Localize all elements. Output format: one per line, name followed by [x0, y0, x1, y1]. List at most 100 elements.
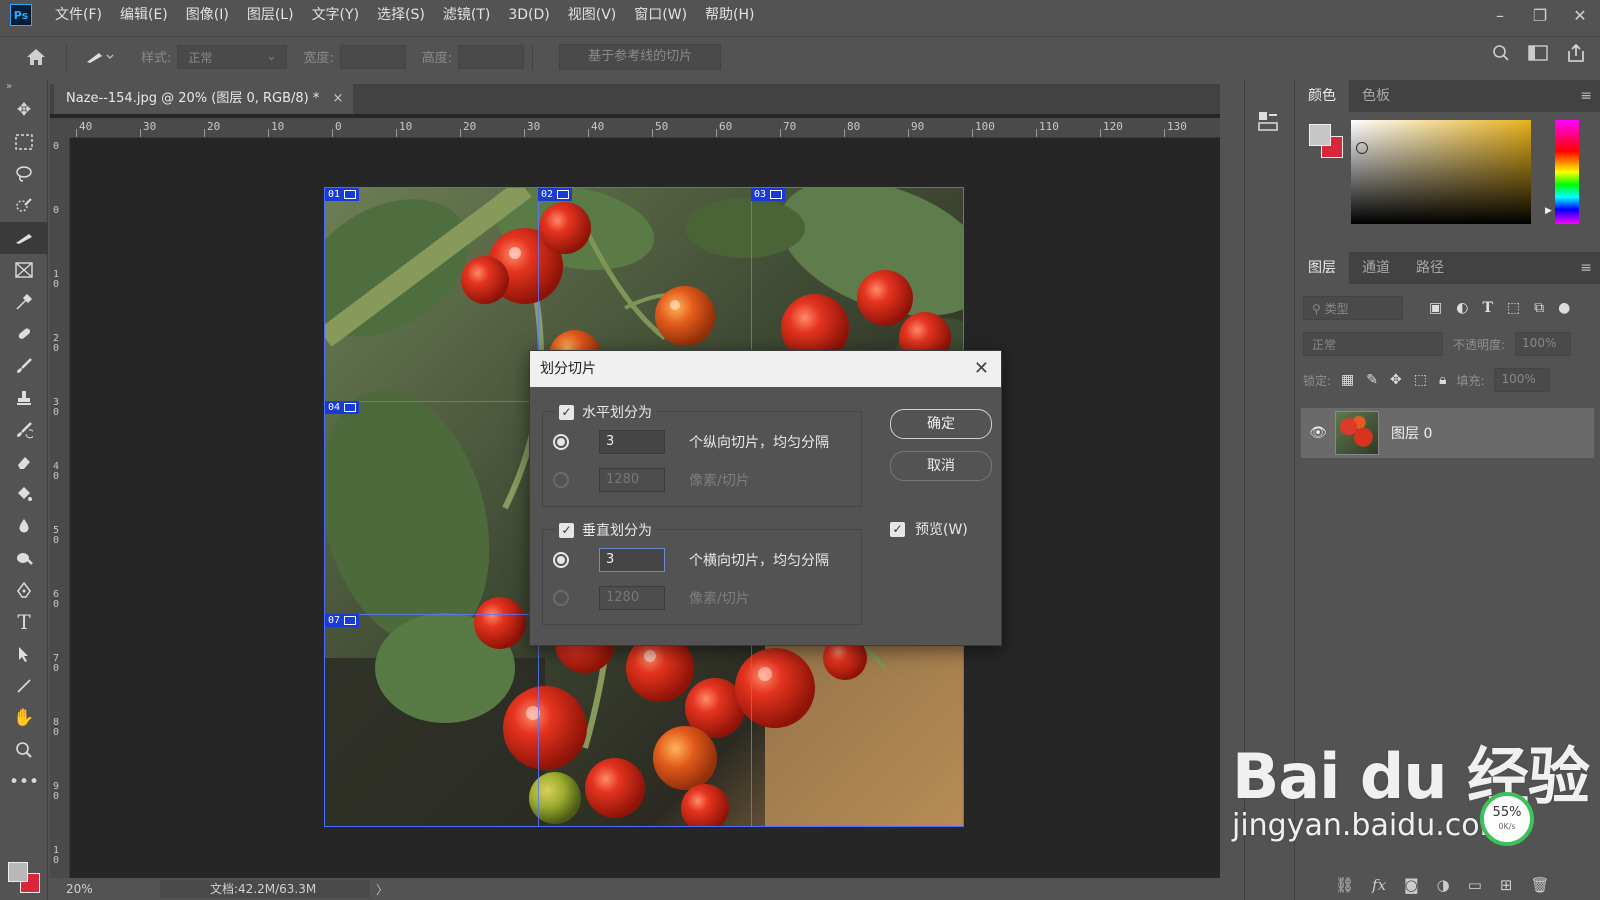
eyedropper-tool-icon[interactable] — [0, 286, 48, 318]
workspace-icon[interactable] — [1528, 45, 1548, 65]
document-tab[interactable]: Naze--154.jpg @ 20% (图层 0, RGB/8) * × — [54, 84, 354, 114]
menu-3d[interactable]: 3D(D) — [499, 0, 558, 30]
menu-file[interactable]: 文件(F) — [46, 0, 111, 30]
menu-view[interactable]: 视图(V) — [559, 0, 626, 30]
brush-tool-icon[interactable] — [0, 350, 48, 382]
home-icon[interactable] — [14, 39, 58, 75]
style-select[interactable]: 正常 ⌄ — [177, 44, 288, 69]
horizontal-divide-option[interactable]: ✓ 水平划分为 — [555, 402, 656, 422]
new-group-icon[interactable]: ▭ — [1468, 876, 1482, 894]
horizontal-divide-checkbox[interactable]: ✓ — [559, 404, 574, 420]
slice-tag[interactable]: 07 — [325, 614, 360, 627]
type-tool-icon[interactable]: T — [0, 606, 48, 638]
shape-layer-filter-icon[interactable]: ⬚ — [1507, 300, 1520, 316]
vertical-count-input[interactable]: 3 — [599, 548, 665, 572]
adjustment-layer-icon[interactable]: ◑ — [1437, 876, 1450, 894]
slice-tool-preset-icon[interactable] — [75, 39, 125, 75]
blur-tool-icon[interactable] — [0, 510, 48, 542]
blend-mode-select[interactable]: 正常 — [1303, 332, 1443, 356]
menu-type[interactable]: 文字(Y) — [303, 0, 368, 30]
lock-artboard-icon[interactable]: ⬚ — [1414, 372, 1427, 388]
properties-panel-icon[interactable] — [1257, 110, 1281, 134]
lock-transparency-icon[interactable]: ▦ — [1341, 372, 1354, 388]
lock-position-icon[interactable]: ✥ — [1390, 372, 1402, 388]
search-icon[interactable] — [1492, 44, 1510, 66]
slice-tag[interactable]: 02 — [538, 188, 573, 201]
clone-stamp-tool-icon[interactable] — [0, 382, 48, 414]
ok-button[interactable]: 确定 — [890, 409, 992, 439]
smart-object-filter-icon[interactable]: ⧉ — [1534, 300, 1544, 316]
horizontal-pixels-radio[interactable] — [553, 472, 569, 488]
frame-tool-icon[interactable] — [0, 254, 48, 286]
menu-layer[interactable]: 图层(L) — [238, 0, 303, 30]
new-layer-icon[interactable]: ⊞ — [1500, 876, 1513, 894]
filter-toggle-icon[interactable]: ● — [1558, 300, 1570, 316]
slice-tool-icon[interactable] — [0, 222, 48, 254]
opacity-input[interactable]: 100% — [1515, 332, 1572, 356]
share-icon[interactable] — [1566, 43, 1586, 67]
horizontal-count-input[interactable]: 3 — [599, 430, 665, 454]
hue-slider[interactable] — [1555, 120, 1579, 224]
tab-color[interactable]: 颜色 — [1295, 80, 1349, 112]
expand-panel-icon[interactable]: » — [0, 80, 47, 94]
cancel-button[interactable]: 取消 — [890, 451, 992, 481]
add-mask-icon[interactable]: ◙ — [1404, 876, 1419, 894]
panel-menu-icon[interactable]: ≡ — [1580, 88, 1592, 104]
tab-channels[interactable]: 通道 — [1349, 252, 1403, 284]
vertical-divide-option[interactable]: ✓ 垂直划分为 — [555, 520, 656, 540]
zoom-level[interactable]: 20% — [50, 882, 110, 896]
fill-input[interactable]: 100% — [1494, 368, 1551, 392]
adjustment-layer-filter-icon[interactable]: ◐ — [1456, 300, 1468, 316]
hand-tool-icon[interactable]: ✋ — [0, 702, 48, 734]
layer-row[interactable]: 👁︎ 图层 0 — [1301, 408, 1594, 458]
menu-image[interactable]: 图像(I) — [177, 0, 238, 30]
horizontal-ruler[interactable]: 40 30 20 10 0 10 20 30 40 50 60 70 80 90 100 110 120 130 — [70, 118, 1220, 138]
close-icon[interactable]: ✕ — [974, 351, 989, 387]
lock-pixels-icon[interactable]: ✎ — [1366, 372, 1378, 388]
healing-brush-tool-icon[interactable] — [0, 318, 48, 350]
delete-layer-icon[interactable]: 🗑︎ — [1530, 876, 1549, 894]
more-tools-icon[interactable]: ••• — [0, 766, 48, 798]
minimize-icon[interactable]: – — [1480, 0, 1520, 30]
lock-all-icon[interactable]: 🔒︎ — [1439, 372, 1446, 388]
color-field[interactable] — [1351, 120, 1531, 224]
preview-option[interactable]: ✓ 预览(W) — [890, 519, 968, 539]
pen-tool-icon[interactable] — [0, 574, 48, 606]
menu-edit[interactable]: 编辑(E) — [111, 0, 177, 30]
eraser-tool-icon[interactable] — [0, 446, 48, 478]
tab-layers[interactable]: 图层 — [1295, 252, 1349, 284]
vertical-pixels-input[interactable]: 1280 — [599, 586, 665, 610]
vertical-pixels-radio[interactable] — [553, 590, 569, 606]
tab-swatches[interactable]: 色板 — [1349, 80, 1403, 112]
zoom-tool-icon[interactable] — [0, 734, 48, 766]
status-menu-icon[interactable]: 〉 — [376, 881, 388, 898]
panel-menu-icon[interactable]: ≡ — [1580, 260, 1592, 276]
color-picker-handle[interactable] — [1356, 142, 1368, 154]
tab-paths[interactable]: 路径 — [1403, 252, 1457, 284]
menu-filter[interactable]: 滤镜(T) — [434, 0, 499, 30]
menu-select[interactable]: 选择(S) — [368, 0, 434, 30]
menu-help[interactable]: 帮助(H) — [696, 0, 763, 30]
vertical-divide-checkbox[interactable]: ✓ — [559, 522, 574, 538]
restore-icon[interactable]: ❐ — [1520, 0, 1560, 30]
type-layer-filter-icon[interactable]: T — [1482, 300, 1492, 316]
layer-name[interactable]: 图层 0 — [1391, 423, 1432, 443]
width-input[interactable] — [339, 44, 406, 69]
link-layers-icon[interactable]: ⛓︎ — [1335, 876, 1354, 894]
slice-tag[interactable]: 03 — [751, 188, 786, 201]
height-input[interactable] — [458, 44, 525, 69]
close-tab-icon[interactable]: × — [332, 84, 343, 114]
move-tool-icon[interactable]: ✥ — [0, 94, 48, 126]
lasso-tool-icon[interactable] — [0, 158, 48, 190]
dodge-tool-icon[interactable] — [0, 542, 48, 574]
visibility-eye-icon[interactable]: 👁︎ — [1301, 425, 1335, 441]
paint-bucket-tool-icon[interactable] — [0, 478, 48, 510]
layer-filter-select[interactable]: ⚲ 类型 — [1303, 296, 1403, 320]
vertical-count-radio[interactable] — [553, 552, 569, 568]
slices-from-guides-button[interactable]: 基于参考线的切片 — [559, 43, 722, 70]
marquee-tool-icon[interactable] — [0, 126, 48, 158]
layer-style-icon[interactable]: fx — [1372, 876, 1386, 894]
history-brush-tool-icon[interactable] — [0, 414, 48, 446]
close-window-icon[interactable]: ✕ — [1560, 0, 1600, 30]
line-tool-icon[interactable] — [0, 670, 48, 702]
